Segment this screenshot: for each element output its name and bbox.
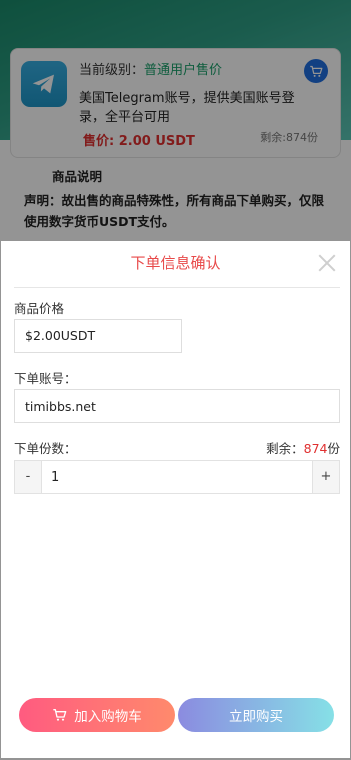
- quantity-label: 下单份数：: [14, 441, 77, 456]
- price-label: 商品价格: [14, 301, 65, 316]
- decrement-button[interactable]: -: [15, 461, 42, 493]
- cart-icon: [52, 707, 68, 723]
- buy-now-button[interactable]: 立即购买: [178, 698, 334, 732]
- add-to-cart-label: 加入购物车: [74, 709, 142, 725]
- stock-prefix: 剩余：: [266, 441, 304, 456]
- remaining-stock: 剩余：874份: [266, 438, 340, 457]
- price-field: $2.00USDT: [14, 319, 182, 353]
- account-label: 下单账号：: [14, 371, 77, 386]
- sheet-title: 下单信息确认: [130, 254, 221, 272]
- account-input[interactable]: [14, 389, 340, 423]
- buy-now-label: 立即购买: [229, 709, 283, 725]
- quantity-input[interactable]: [51, 461, 291, 493]
- quantity-stepper: - +: [14, 460, 340, 494]
- order-confirm-sheet: 下单信息确认 商品价格 $2.00USDT 下单账号： 下单份数： 剩余：874…: [1, 241, 350, 758]
- stock-count: 874: [303, 441, 328, 456]
- close-icon[interactable]: [316, 252, 338, 274]
- divider: [14, 287, 340, 288]
- add-to-cart-button[interactable]: 加入购物车: [19, 698, 175, 732]
- increment-button[interactable]: +: [312, 461, 339, 493]
- stock-suffix: 份: [327, 441, 340, 456]
